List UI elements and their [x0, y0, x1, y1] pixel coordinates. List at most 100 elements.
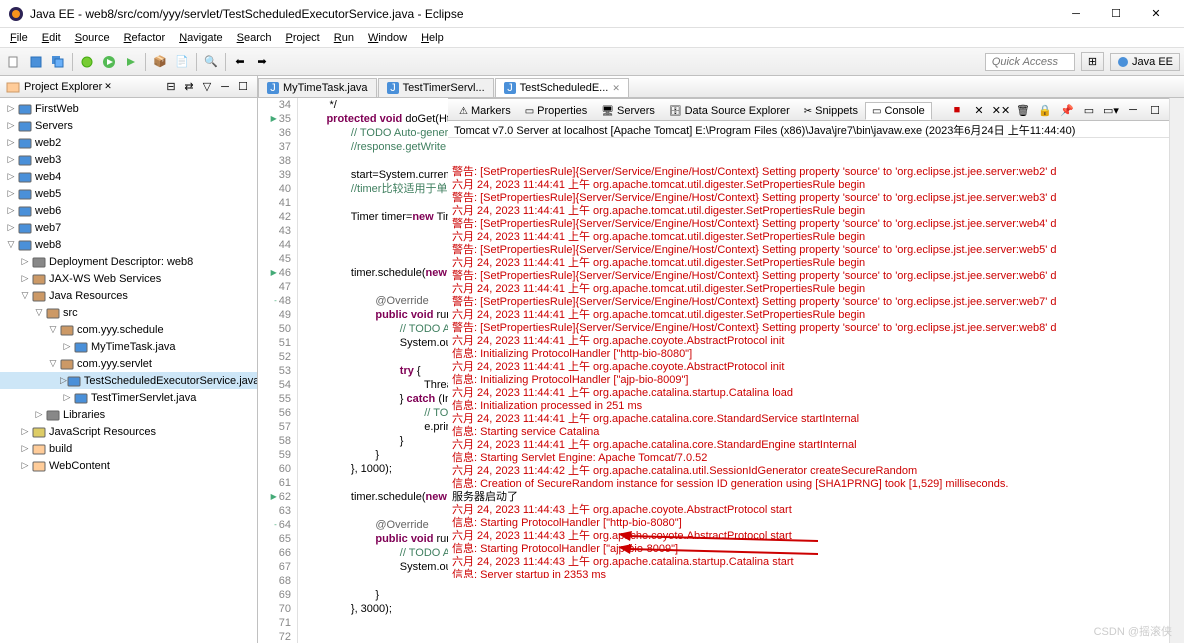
open-type-button[interactable]: 📄 — [172, 52, 192, 72]
new-button[interactable] — [4, 52, 24, 72]
tree-label: web2 — [35, 137, 61, 149]
minimize-view-button[interactable]: ─ — [217, 79, 233, 95]
open-perspective-button[interactable]: ⊞ — [1081, 52, 1104, 71]
tree-node[interactable]: ▷web5 — [0, 185, 257, 202]
perspective-javaee[interactable]: Java EE — [1110, 53, 1180, 71]
maximize-view-button[interactable]: ☐ — [235, 79, 251, 95]
menu-source[interactable]: Source — [69, 30, 116, 46]
vertical-scrollbar[interactable] — [1169, 98, 1184, 643]
max-view-button[interactable]: ☐ — [1145, 100, 1165, 120]
min-view-button[interactable]: ─ — [1123, 100, 1143, 120]
menu-navigate[interactable]: Navigate — [173, 30, 228, 46]
editor-tab[interactable]: JTestScheduledE...✕ — [495, 78, 629, 97]
code-editor[interactable]: 34▶3536373839404142434445▶4647-484950515… — [258, 98, 1169, 643]
back-button[interactable]: ⬅ — [230, 52, 250, 72]
bottom-tab-data-source-explorer[interactable]: 🗄Data Source Explorer — [662, 102, 797, 120]
menubar: FileEditSourceRefactorNavigateSearchProj… — [0, 28, 1184, 48]
tree-label: Deployment Descriptor: web8 — [49, 256, 193, 268]
bottom-tab-console[interactable]: ▭Console — [865, 102, 932, 120]
tree-node[interactable]: ▷web3 — [0, 151, 257, 168]
bottom-tab-properties[interactable]: ▭Properties — [518, 102, 595, 120]
window-title: Java EE - web8/src/com/yyy/servlet/TestS… — [30, 7, 1056, 21]
tree-label: web8 — [35, 239, 61, 251]
tree-label: TestScheduledExecutorService.java — [84, 375, 257, 387]
tree-node[interactable]: ▷build — [0, 440, 257, 457]
run-last-button[interactable] — [121, 52, 141, 72]
tree-label: TestTimerServlet.java — [91, 392, 196, 404]
menu-search[interactable]: Search — [231, 30, 278, 46]
tree-node[interactable]: ▷WebContent — [0, 457, 257, 474]
tree-node[interactable]: ▽Java Resources — [0, 287, 257, 304]
tree-node[interactable]: ▷Libraries — [0, 406, 257, 423]
console-output[interactable]: 警告: [SetPropertiesRule]{Server/Service/E… — [448, 138, 1169, 578]
tree-label: com.yyy.servlet — [77, 358, 152, 370]
tree-label: Servers — [35, 120, 73, 132]
quick-access-input[interactable] — [985, 53, 1075, 71]
editor-area: JMyTimeTask.javaJTestTimerServl...JTestS… — [258, 76, 1184, 643]
tree-node[interactable]: ▷TestTimerServlet.java — [0, 389, 257, 406]
tree-node[interactable]: ▷JAX-WS Web Services — [0, 270, 257, 287]
project-tree[interactable]: ▷FirstWeb▷Servers▷web2▷web3▷web4▷web5▷we… — [0, 98, 257, 643]
tree-node[interactable]: ▷FirstWeb — [0, 100, 257, 117]
remove-all-button[interactable]: ✕✕ — [991, 100, 1011, 120]
pin-console-button[interactable]: 📌 — [1057, 100, 1077, 120]
menu-file[interactable]: File — [4, 30, 34, 46]
console-toolbar: ■ ✕ ✕✕ 🗑 🔒 📌 ▭ ▭▾ ─ ☐ — [947, 100, 1169, 120]
editor-tab[interactable]: JMyTimeTask.java — [258, 78, 377, 97]
minimize-button[interactable]: ─ — [1056, 0, 1096, 28]
menu-edit[interactable]: Edit — [36, 30, 67, 46]
tree-node[interactable]: ▷web4 — [0, 168, 257, 185]
tree-label: web3 — [35, 154, 61, 166]
display-console-button[interactable]: ▭ — [1079, 100, 1099, 120]
remove-launch-button[interactable]: ✕ — [969, 100, 989, 120]
tree-label: src — [63, 307, 78, 319]
tree-node[interactable]: ▷Deployment Descriptor: web8 — [0, 253, 257, 270]
tree-node[interactable]: ▽com.yyy.servlet — [0, 355, 257, 372]
forward-button[interactable]: ➡ — [252, 52, 272, 72]
main-toolbar: 📦 📄 🔍 ⬅ ➡ ⊞ Java EE — [0, 48, 1184, 76]
tree-label: com.yyy.schedule — [77, 324, 164, 336]
tree-node[interactable]: ▽src — [0, 304, 257, 321]
editor-tab[interactable]: JTestTimerServl... — [378, 78, 494, 97]
new-server-button[interactable]: 📦 — [150, 52, 170, 72]
link-editor-button[interactable]: ⇄ — [181, 79, 197, 95]
menu-project[interactable]: Project — [280, 30, 326, 46]
menu-help[interactable]: Help — [415, 30, 450, 46]
watermark: CSDN @摇滚侠 — [1094, 623, 1172, 639]
tree-node[interactable]: ▷JavaScript Resources — [0, 423, 257, 440]
tree-node[interactable]: ▷MyTimeTask.java — [0, 338, 257, 355]
open-console-button[interactable]: ▭▾ — [1101, 100, 1121, 120]
project-explorer-icon — [6, 80, 20, 94]
eclipse-icon — [8, 6, 24, 22]
save-button[interactable] — [26, 52, 46, 72]
line-gutter: 34▶3536373839404142434445▶4647-484950515… — [258, 98, 298, 643]
close-button[interactable]: ✕ — [1136, 0, 1176, 28]
view-menu-button[interactable]: ▽ — [199, 79, 215, 95]
debug-button[interactable] — [77, 52, 97, 72]
tree-label: FirstWeb — [35, 103, 79, 115]
run-button[interactable] — [99, 52, 119, 72]
tree-node[interactable]: ▽web8 — [0, 236, 257, 253]
maximize-button[interactable]: ☐ — [1096, 0, 1136, 28]
tree-node[interactable]: ▷Servers — [0, 117, 257, 134]
tree-node[interactable]: ▷web6 — [0, 202, 257, 219]
tree-node[interactable]: ▽com.yyy.schedule — [0, 321, 257, 338]
bottom-tab-snippets[interactable]: ✂Snippets — [797, 102, 865, 120]
tree-node[interactable]: ▷TestScheduledExecutorService.java — [0, 372, 257, 389]
menu-window[interactable]: Window — [362, 30, 413, 46]
search-button[interactable]: 🔍 — [201, 52, 221, 72]
save-all-button[interactable] — [48, 52, 68, 72]
tree-label: JAX-WS Web Services — [49, 273, 161, 285]
titlebar: Java EE - web8/src/com/yyy/servlet/TestS… — [0, 0, 1184, 28]
bottom-tab-markers[interactable]: ⚠Markers — [452, 102, 518, 120]
tree-node[interactable]: ▷web2 — [0, 134, 257, 151]
menu-refactor[interactable]: Refactor — [118, 30, 172, 46]
scroll-lock-button[interactable]: 🔒 — [1035, 100, 1055, 120]
clear-console-button[interactable]: 🗑 — [1013, 100, 1033, 120]
terminate-button[interactable]: ■ — [947, 100, 967, 120]
collapse-all-button[interactable]: ⊟ — [163, 79, 179, 95]
tree-node[interactable]: ▷web7 — [0, 219, 257, 236]
menu-run[interactable]: Run — [328, 30, 360, 46]
bottom-tab-servers[interactable]: 🖥Servers — [594, 102, 662, 120]
tree-label: build — [49, 443, 72, 455]
